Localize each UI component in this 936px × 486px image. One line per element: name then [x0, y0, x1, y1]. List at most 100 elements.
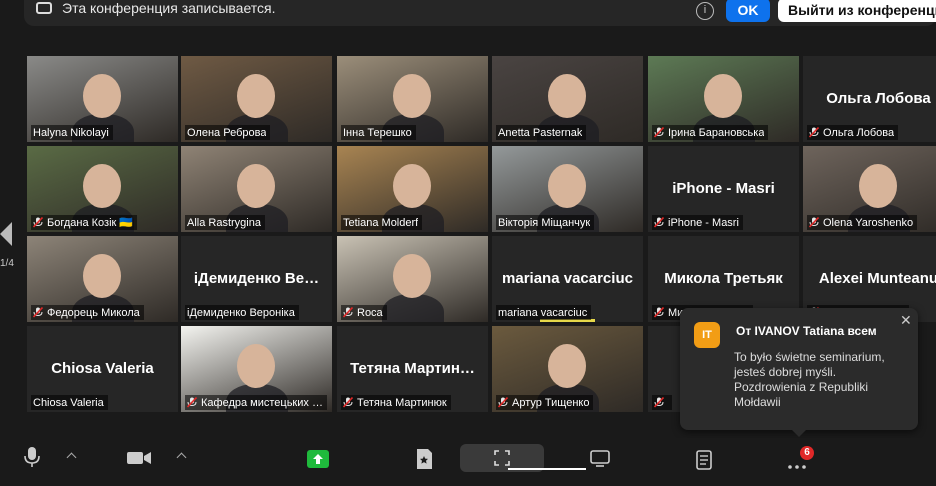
recording-banner: Эта конференция записывается. i OK Выйти…: [24, 0, 936, 26]
muted-microphone-icon: [654, 397, 664, 408]
notification-pointer: [792, 430, 806, 437]
participant-display-name: Ольга Лобова: [826, 90, 931, 107]
participant-name-label: Halyna Nikolayi: [31, 125, 113, 140]
participant-name-label: Tetiana Molderf: [341, 215, 423, 230]
participant-name-label: mariana vacarciuc: [496, 305, 592, 320]
participant-name: mariana vacarciuc: [498, 306, 588, 319]
muted-microphone-icon: [33, 307, 43, 318]
participant-name: Олена Реброва: [187, 126, 267, 139]
ok-button[interactable]: OK: [726, 0, 770, 22]
muted-microphone-icon: [654, 217, 664, 228]
chat-notification[interactable]: IT От IVANOV Tatiana всем ✕ To było świe…: [680, 308, 918, 437]
participant-tile[interactable]: Інна Терешко: [337, 56, 488, 142]
muted-microphone-icon: [498, 397, 508, 408]
participant-tile[interactable]: Chiosa Valeria Chiosa Valeria: [27, 326, 178, 412]
participant-name-label: Chiosa Valeria: [31, 395, 108, 410]
participant-name: Богдана Козік 🇺🇦: [47, 217, 134, 229]
participant-display-name: Тетяна Мартин…: [350, 360, 475, 377]
participant-display-name: Alexei Munteanu: [818, 270, 936, 287]
participant-tile[interactable]: Alla Rastrygina: [181, 146, 332, 232]
active-tab-underline: [508, 468, 586, 470]
participant-tile[interactable]: Артур Тищенко: [492, 326, 643, 412]
participant-name-label: Олена Реброва: [185, 125, 271, 140]
participant-tile[interactable]: Кафедра мистецьких …: [181, 326, 332, 412]
reactions-icon[interactable]: [414, 448, 434, 475]
participant-name-label: iPhone - Masri: [652, 215, 743, 230]
participant-tile[interactable]: Олена Реброва: [181, 56, 332, 142]
leave-meeting-button[interactable]: Выйти из конференции: [778, 0, 936, 22]
participant-name: Alla Rastrygina: [187, 216, 261, 229]
recording-text: Эта конференция записывается.: [62, 0, 276, 16]
participant-name: Ірина Барановська: [668, 126, 765, 139]
participant-name: Вікторія Міщанчук: [498, 216, 591, 229]
participant-tile[interactable]: Богдана Козік 🇺🇦: [27, 146, 178, 232]
participant-name-label: Olena Yaroshenko: [807, 215, 918, 230]
muted-microphone-icon: [343, 397, 353, 408]
info-icon[interactable]: i: [696, 2, 714, 20]
whiteboard-icon[interactable]: [590, 450, 610, 473]
participant-name: Артур Тищенко: [512, 396, 590, 409]
participant-name: Olena Yaroshenko: [823, 216, 914, 229]
participant-name-label: Roca: [341, 305, 387, 320]
participant-display-name: Микола Третьяк: [664, 270, 783, 287]
close-icon[interactable]: ✕: [900, 312, 912, 329]
participant-name: Anetta Pasternak: [498, 126, 583, 139]
participant-tile[interactable]: Тетяна Мартин… Тетяна Мартинюк: [337, 326, 488, 412]
muted-microphone-icon: [654, 127, 664, 138]
participant-name-label: Артур Тищенко: [496, 395, 594, 410]
notification-title: От IVANOV Tatiana всем: [736, 324, 877, 338]
participant-tile[interactable]: Halyna Nikolayi: [27, 56, 178, 142]
participant-tile[interactable]: Tetiana Molderf: [337, 146, 488, 232]
more-notification-badge: 6: [800, 446, 814, 460]
previous-page-icon[interactable]: [0, 222, 12, 246]
participant-name-label: Федорець Микола: [31, 305, 144, 320]
share-screen-icon[interactable]: [307, 450, 329, 473]
participant-name-label: Anetta Pasternak: [496, 125, 587, 140]
muted-microphone-icon: [33, 217, 43, 228]
participant-tile[interactable]: Ірина Барановська: [648, 56, 799, 142]
participant-name: iДемиденко Вероніка: [187, 306, 295, 319]
notification-message: To było świetne seminarium, jesteś dobre…: [734, 350, 885, 409]
participant-name-label: Ірина Барановська: [652, 125, 769, 140]
participant-tile[interactable]: Ольга Лобова Ольга Лобова: [803, 56, 936, 142]
participant-tile[interactable]: Федорець Микола: [27, 236, 178, 322]
participant-tile[interactable]: Roca: [337, 236, 488, 322]
participant-tile[interactable]: Anetta Pasternak: [492, 56, 643, 142]
participant-name: Ольга Лобова: [823, 126, 895, 139]
participant-tile[interactable]: mariana vacarciuc mariana vacarciuc: [492, 236, 643, 322]
participant-tile[interactable]: iPhone - Masri iPhone - Masri: [648, 146, 799, 232]
muted-microphone-icon: [343, 307, 353, 318]
participant-display-name: mariana vacarciuc: [502, 270, 633, 287]
participant-tile[interactable]: Olena Yaroshenko: [803, 146, 936, 232]
muted-microphone-icon: [654, 307, 664, 318]
sender-avatar: IT: [694, 322, 720, 348]
video-camera-icon[interactable]: [126, 450, 152, 471]
participant-name-label: [652, 395, 672, 410]
participant-name-label: Ольга Лобова: [807, 125, 899, 140]
participant-name: Тетяна Мартинюк: [357, 396, 447, 409]
muted-microphone-icon: [809, 217, 819, 228]
participant-name-label: Богдана Козік 🇺🇦: [31, 215, 138, 230]
audio-options-chevron-icon[interactable]: [66, 452, 77, 463]
participant-display-name: iДемиденко Ве…: [193, 270, 320, 287]
video-options-chevron-icon[interactable]: [176, 452, 187, 463]
participant-display-name: iPhone - Masri: [672, 180, 775, 197]
participant-name: Інна Терешко: [343, 126, 412, 139]
muted-microphone-icon: [809, 127, 819, 138]
participant-name: Tetiana Molderf: [343, 216, 419, 229]
participant-name: Федорець Микола: [47, 306, 140, 319]
page-indicator: 1/4: [0, 258, 14, 269]
participant-name-label: Alla Rastrygina: [185, 215, 265, 230]
participant-name-label: Вікторія Міщанчук: [496, 215, 595, 230]
participant-name-label: Тетяна Мартинюк: [341, 395, 451, 410]
meeting-toolbar: [0, 438, 936, 486]
participant-name-label: Кафедра мистецьких …: [185, 395, 327, 410]
microphone-icon[interactable]: [24, 446, 40, 473]
participant-tile[interactable]: Вікторія Міщанчук: [492, 146, 643, 232]
participant-name: Chiosa Valeria: [33, 396, 104, 409]
muted-microphone-icon: [187, 397, 197, 408]
notes-icon[interactable]: [696, 450, 712, 475]
participant-name: Кафедра мистецьких …: [201, 396, 323, 409]
participant-tile[interactable]: iДемиденко Ве… iДемиденко Вероніка: [181, 236, 332, 322]
participant-name: Roca: [357, 306, 383, 319]
